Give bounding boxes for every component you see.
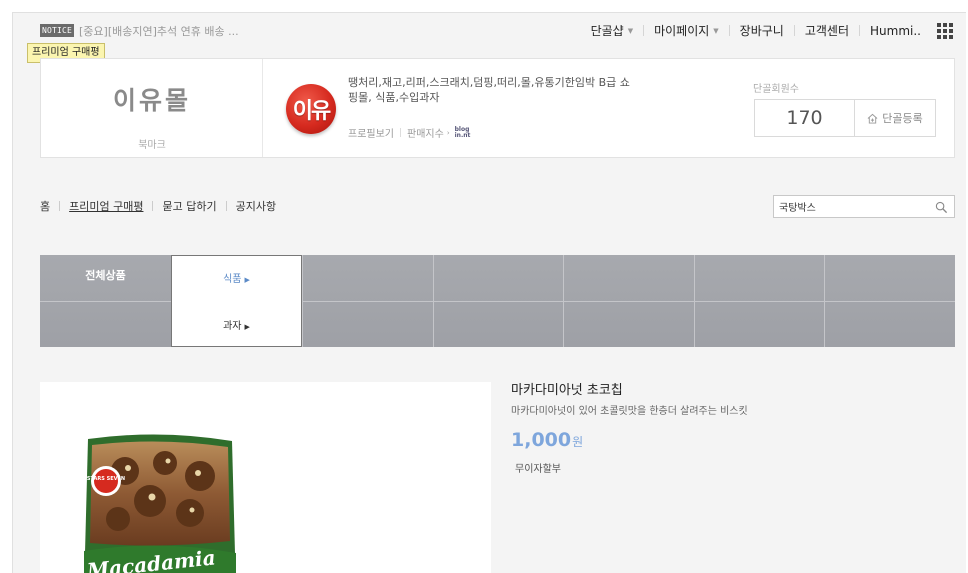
blog-badge-icon: blog in.nt <box>454 125 471 139</box>
shop-name[interactable]: 이유몰 <box>41 81 263 117</box>
divider <box>225 201 227 211</box>
product-image[interactable]: STARS SEVEN Macadamia <box>80 431 240 573</box>
triangle-right-icon: ▶ <box>244 276 250 284</box>
shop-logo-text: 이유 <box>292 99 331 124</box>
category-bar: 전체상품 식품 ▶ 과자 ▶ <box>40 255 955 347</box>
search-box <box>773 195 955 218</box>
product-price-value: 1,000 <box>511 429 572 451</box>
add-regular-button[interactable]: 단골등록 <box>855 100 935 136</box>
category-item-snacks[interactable]: 과자 ▶ <box>172 317 301 332</box>
top-nav-cart[interactable]: 장바구니 <box>740 22 784 39</box>
regulars-box: 170 단골등록 <box>754 99 936 137</box>
shop-menu-nav: 홈 프리미엄 구매평 묻고 답하기 공지사항 <box>40 198 276 214</box>
menu-qna[interactable]: 묻고 답하기 <box>162 198 216 214</box>
category-item-snacks-label: 과자 <box>223 321 242 332</box>
menu-home[interactable]: 홈 <box>40 198 50 214</box>
divider <box>433 255 434 347</box>
divider <box>400 128 401 137</box>
shop-description: 땡처리,재고,리퍼,스크래치,덤핑,떠리,몰,유통기한임박 B급 쇼핑몰, 식품… <box>348 76 630 104</box>
divider <box>824 255 825 347</box>
top-bar: NOTICE [중요][배송지연]추석 연휴 배송 ... 단골샵 ▼ 마이페이… <box>13 13 966 47</box>
divider <box>563 255 564 347</box>
category-item-food-label: 식품 <box>223 274 242 285</box>
apps-grid-icon[interactable] <box>937 23 953 39</box>
menu-premium-review[interactable]: 프리미엄 구매평 <box>69 198 143 214</box>
regulars-count: 170 <box>755 100 855 136</box>
notice-link[interactable]: [중요][배송지연]추석 연휴 배송 ... <box>79 23 239 39</box>
shop-header: 이유몰 북마크 이유 땡처리,재고,리퍼,스크래치,덤핑,떠리,몰,유통기한임박… <box>40 58 955 158</box>
top-nav-user[interactable]: Hummi.. <box>870 24 921 38</box>
chevron-down-icon: ▼ <box>713 26 719 35</box>
menu-notice[interactable]: 공지사항 <box>236 198 276 214</box>
add-regular-label: 단골등록 <box>882 112 923 125</box>
shop-links: 프로필보기 판매지수 › blog in.nt <box>348 125 471 140</box>
category-dropdown: 식품 ▶ 과자 ▶ <box>171 255 302 347</box>
product-image-box: STARS SEVEN Macadamia <box>40 382 491 573</box>
divider <box>152 201 154 211</box>
bookmark-link[interactable]: 북마크 <box>41 136 263 151</box>
top-nav-regulars-shop[interactable]: 단골샵 ▼ <box>591 22 634 39</box>
divider <box>302 255 303 347</box>
chevron-right-icon: › <box>446 128 450 137</box>
page-frame: NOTICE [중요][배송지연]추석 연휴 배송 ... 단골샵 ▼ 마이페이… <box>12 12 966 573</box>
divider <box>728 25 730 36</box>
divider <box>694 255 695 347</box>
notice-badge: NOTICE <box>40 24 74 37</box>
product-price: 1,000원 <box>511 429 583 451</box>
package-brand-text: STARS SEVEN <box>87 476 125 482</box>
divider <box>59 201 61 211</box>
sales-index-link[interactable]: 판매지수 <box>407 125 444 140</box>
shop-logo: 이유 <box>286 84 336 134</box>
category-item-food[interactable]: 식품 ▶ <box>172 270 301 285</box>
top-nav: 단골샵 ▼ 마이페이지 ▼ 장바구니 고객센터 Hummi.. <box>591 22 921 39</box>
product-subtitle: 마카다미아넛이 있어 초콜릿맛을 한층더 살려주는 비스킷 <box>511 406 748 417</box>
product-title: 마카다미아넛 초코칩 <box>511 383 623 398</box>
regulars-label: 단골회원수 <box>753 84 799 95</box>
top-nav-customer-center[interactable]: 고객센터 <box>805 22 849 39</box>
top-nav-my-page-label: 마이페이지 <box>654 24 710 38</box>
chevron-down-icon: ▼ <box>627 26 634 35</box>
divider <box>793 25 795 36</box>
top-nav-regulars-shop-label: 단골샵 <box>590 24 624 38</box>
profile-link[interactable]: 프로필보기 <box>348 125 394 140</box>
divider <box>859 25 861 36</box>
search-input[interactable] <box>779 199 929 214</box>
home-plus-icon <box>867 113 878 124</box>
shop-name-box: 이유몰 북마크 <box>41 59 263 157</box>
installment-info: 무이자할부 <box>515 464 561 475</box>
product-price-unit: 원 <box>572 435 584 449</box>
top-nav-my-page[interactable]: 마이페이지 ▼ <box>654 22 719 39</box>
search-icon[interactable] <box>935 201 948 214</box>
divider <box>643 25 645 36</box>
triangle-right-icon: ▶ <box>244 323 250 331</box>
category-all-products[interactable]: 전체상품 <box>40 255 171 301</box>
